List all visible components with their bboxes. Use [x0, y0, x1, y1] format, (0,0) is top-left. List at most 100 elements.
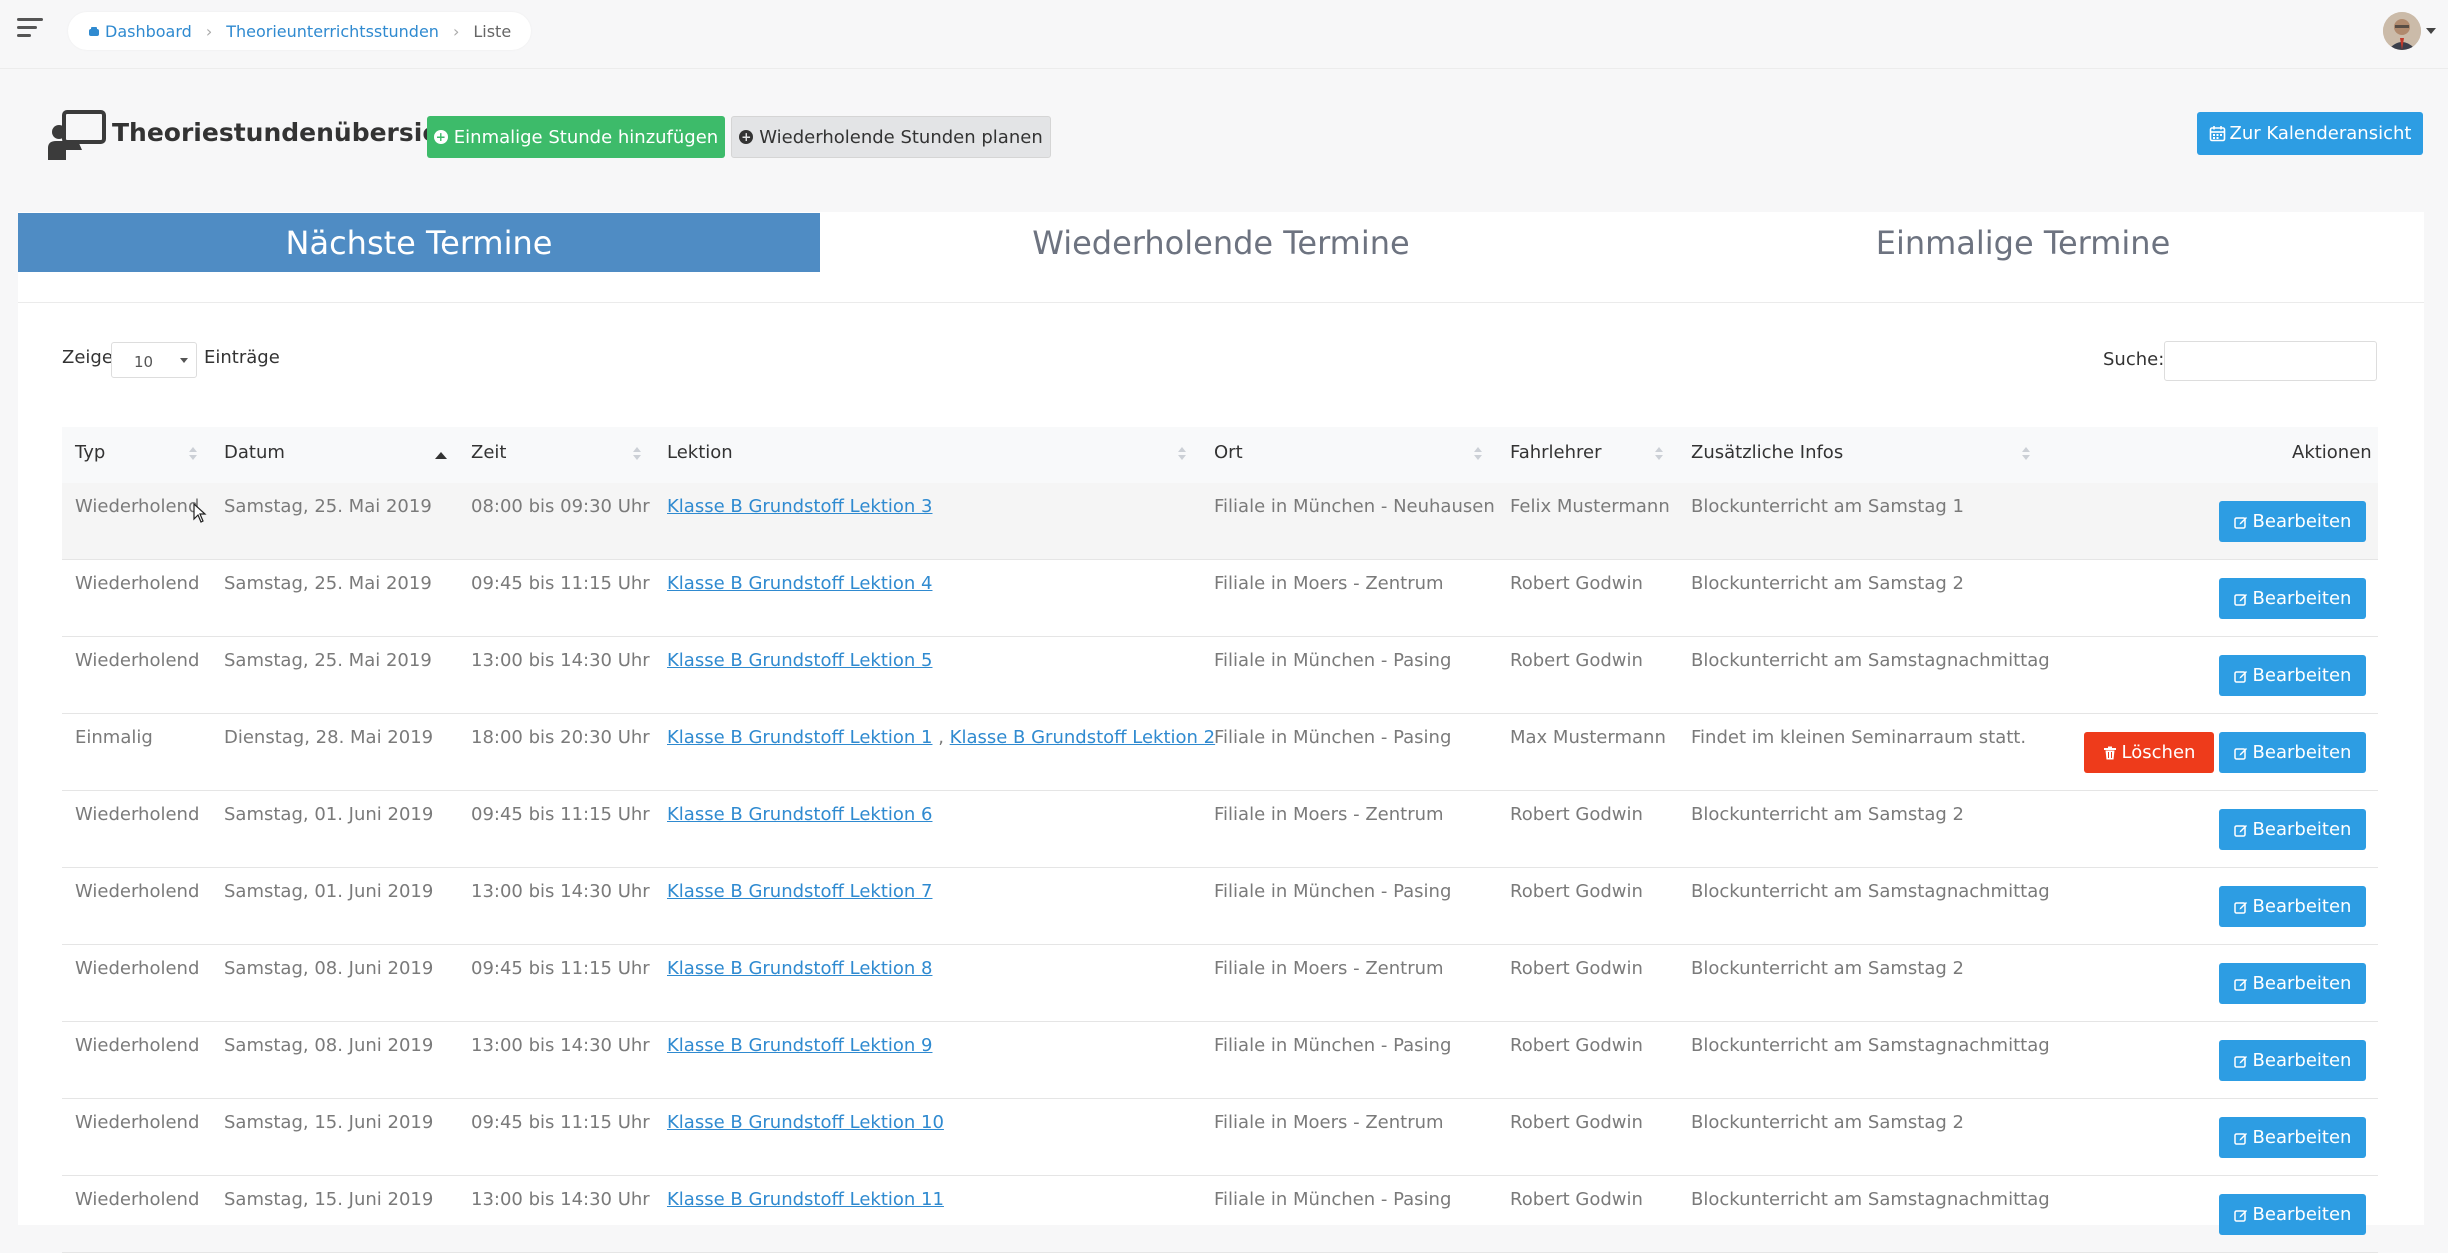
- tab-single-appointments[interactable]: Einmalige Termine: [1622, 213, 2424, 272]
- cell-typ: Wiederholend: [75, 573, 200, 594]
- lesson-link[interactable]: Klasse B Grundstoff Lektion 2: [950, 727, 1215, 748]
- column-header-lektion[interactable]: Lektion: [667, 427, 733, 483]
- calendar-icon: [2209, 126, 2225, 142]
- page-length-select[interactable]: 10: [111, 342, 197, 378]
- cell-lektion: Klasse B Grundstoff Lektion 1 , Klasse B…: [667, 727, 1215, 748]
- breadcrumb-current: Liste: [473, 21, 512, 41]
- column-header-datum[interactable]: Datum: [224, 427, 285, 483]
- lesson-link[interactable]: Klasse B Grundstoff Lektion 8: [667, 958, 932, 979]
- lesson-separator: ,: [932, 727, 950, 748]
- sort-ascending-icon: [435, 452, 447, 459]
- edit-button[interactable]: Bearbeiten: [2219, 963, 2366, 1004]
- table-row: Einmalig Dienstag, 28. Mai 2019 18:00 bis …: [62, 714, 2378, 791]
- cell-zeit: 13:00 bis 14:30 Uhr: [471, 881, 650, 902]
- cell-zeit: 13:00 bis 14:30 Uhr: [471, 650, 650, 671]
- cell-infos: Blockunterricht am Samstag 2: [1691, 958, 1964, 979]
- edit-button[interactable]: Bearbeiten: [2219, 501, 2366, 542]
- edit-button[interactable]: Bearbeiten: [2219, 655, 2366, 696]
- cell-fahrlehrer: Robert Godwin: [1510, 804, 1643, 825]
- cell-fahrlehrer: Max Mustermann: [1510, 727, 1666, 748]
- edit-button[interactable]: Bearbeiten: [2219, 886, 2366, 927]
- cell-ort: Filiale in München - Pasing: [1214, 881, 1452, 902]
- edit-button[interactable]: Bearbeiten: [2219, 732, 2366, 773]
- plan-recurring-label: Wiederholende Stunden planen: [759, 126, 1043, 148]
- lesson-link[interactable]: Klasse B Grundstoff Lektion 5: [667, 650, 932, 671]
- tab-bar: Nächste Termine Wiederholende Termine Ei…: [18, 213, 2424, 272]
- lesson-link[interactable]: Klasse B Grundstoff Lektion 1: [667, 727, 932, 748]
- trash-icon: [2103, 746, 2116, 759]
- breadcrumb-dashboard[interactable]: Dashboard: [88, 22, 192, 41]
- breadcrumb-dashboard-label: Dashboard: [105, 21, 192, 41]
- table-header: Typ Datum Zeit Lektion Ort Fahrlehrer Zu…: [62, 427, 2378, 484]
- user-avatar[interactable]: [2383, 12, 2421, 50]
- lesson-link[interactable]: Klasse B Grundstoff Lektion 3: [667, 496, 932, 517]
- calendar-view-button[interactable]: Zur Kalenderansicht: [2197, 112, 2423, 155]
- column-header-typ[interactable]: Typ: [75, 427, 105, 483]
- cell-fahrlehrer: Felix Mustermann: [1510, 496, 1670, 517]
- page-length-value: 10: [134, 353, 154, 371]
- lesson-link[interactable]: Klasse B Grundstoff Lektion 10: [667, 1112, 944, 1133]
- cell-ort: Filiale in München - Pasing: [1214, 1035, 1452, 1056]
- lesson-link[interactable]: Klasse B Grundstoff Lektion 7: [667, 881, 932, 902]
- table-row: Wiederholend Samstag, 08. Juni 2019 13:00 …: [62, 1022, 2378, 1099]
- cell-lektion: Klasse B Grundstoff Lektion 8: [667, 958, 932, 979]
- cell-typ: Wiederholend: [75, 496, 200, 517]
- column-header-fahrlehrer[interactable]: Fahrlehrer: [1510, 427, 1602, 483]
- edit-button[interactable]: Bearbeiten: [2219, 578, 2366, 619]
- cell-zeit: 13:00 bis 14:30 Uhr: [471, 1035, 650, 1056]
- tab-next-appointments[interactable]: Nächste Termine: [18, 213, 820, 272]
- sort-icon: [2022, 447, 2030, 461]
- mouse-cursor-icon: [193, 503, 207, 523]
- cell-lektion: Klasse B Grundstoff Lektion 5: [667, 650, 932, 671]
- cell-infos: Blockunterricht am Samstagnachmittag: [1691, 881, 2050, 902]
- table-row: Wiederholend Samstag, 25. Mai 2019 09:45 b…: [62, 560, 2378, 637]
- delete-button[interactable]: Löschen: [2084, 732, 2214, 773]
- column-header-aktionen: Aktionen: [2292, 442, 2372, 463]
- user-menu-caret-icon[interactable]: [2426, 28, 2436, 34]
- cell-ort: Filiale in Moers - Zentrum: [1214, 804, 1444, 825]
- table-row: Wiederholend Samstag, 08. Juni 2019 09:45 …: [62, 945, 2378, 1022]
- lesson-link[interactable]: Klasse B Grundstoff Lektion 4: [667, 573, 932, 594]
- lesson-link[interactable]: Klasse B Grundstoff Lektion 11: [667, 1189, 944, 1210]
- lesson-link[interactable]: Klasse B Grundstoff Lektion 9: [667, 1035, 932, 1056]
- edit-icon: [2233, 747, 2247, 760]
- cell-lektion: Klasse B Grundstoff Lektion 7: [667, 881, 932, 902]
- plus-circle-icon: +: [739, 130, 754, 144]
- sort-icon: [189, 447, 197, 461]
- column-header-zeit[interactable]: Zeit: [471, 427, 506, 483]
- edit-button[interactable]: Bearbeiten: [2219, 809, 2366, 850]
- cell-lektion: Klasse B Grundstoff Lektion 4: [667, 573, 932, 594]
- breadcrumb-separator-icon: ›: [452, 21, 460, 41]
- cell-fahrlehrer: Robert Godwin: [1510, 650, 1643, 671]
- cell-fahrlehrer: Robert Godwin: [1510, 1112, 1643, 1133]
- edit-icon: [2233, 593, 2247, 606]
- chevron-down-icon: [180, 358, 188, 363]
- lesson-link[interactable]: Klasse B Grundstoff Lektion 6: [667, 804, 932, 825]
- breadcrumb-theorieunterrichtsstunden[interactable]: Theorieunterrichtsstunden: [226, 22, 439, 41]
- edit-label: Bearbeiten: [2252, 896, 2352, 917]
- table-body: Wiederholend Samstag, 25. Mai 2019 08:00 b…: [62, 483, 2378, 1253]
- edit-button[interactable]: Bearbeiten: [2219, 1117, 2366, 1158]
- edit-button[interactable]: Bearbeiten: [2219, 1194, 2366, 1235]
- edit-label: Bearbeiten: [2252, 588, 2352, 609]
- search-input[interactable]: [2164, 341, 2377, 381]
- tab-recurring-appointments[interactable]: Wiederholende Termine: [820, 213, 1622, 272]
- edit-icon: [2233, 901, 2247, 914]
- cell-zeit: 09:45 bis 11:15 Uhr: [471, 804, 650, 825]
- cell-typ: Wiederholend: [75, 881, 200, 902]
- edit-button[interactable]: Bearbeiten: [2219, 1040, 2366, 1081]
- add-single-lesson-button[interactable]: + Einmalige Stunde hinzufügen: [427, 116, 725, 158]
- table-row: Wiederholend Samstag, 25. Mai 2019 08:00 b…: [62, 483, 2378, 560]
- cell-zeit: 13:00 bis 14:30 Uhr: [471, 1189, 650, 1210]
- cell-fahrlehrer: Robert Godwin: [1510, 881, 1643, 902]
- table-row: Wiederholend Samstag, 25. Mai 2019 13:00 b…: [62, 637, 2378, 714]
- edit-icon: [2233, 1055, 2247, 1068]
- plan-recurring-lessons-button[interactable]: + Wiederholende Stunden planen: [731, 116, 1051, 158]
- column-header-infos[interactable]: Zusätzliche Infos: [1691, 427, 1843, 483]
- cell-datum: Samstag, 25. Mai 2019: [224, 496, 432, 517]
- menu-toggle-icon[interactable]: [17, 18, 45, 42]
- edit-label: Bearbeiten: [2252, 511, 2352, 532]
- cell-datum: Samstag, 08. Juni 2019: [224, 1035, 434, 1056]
- column-header-ort[interactable]: Ort: [1214, 427, 1243, 483]
- sort-icon: [633, 447, 641, 461]
